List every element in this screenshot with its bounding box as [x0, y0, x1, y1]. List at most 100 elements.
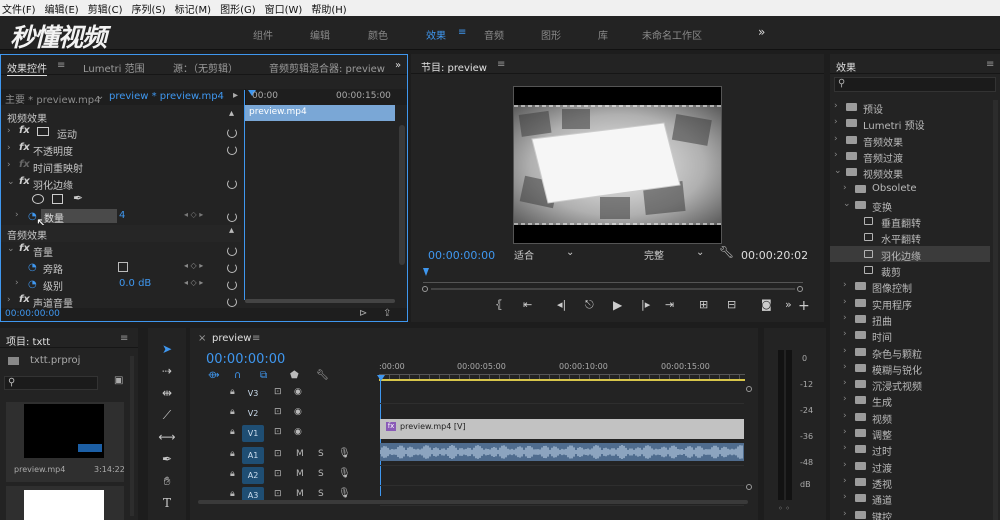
lock-icon[interactable]: 🔒︎: [230, 387, 235, 397]
razor-tool-icon[interactable]: ⟋: [158, 408, 176, 424]
expand-chevron-icon[interactable]: ›: [7, 160, 11, 170]
fit-dropdown[interactable]: 适合 ⌄: [514, 247, 576, 262]
effect-row-time-remap[interactable]: › fx 时间重映射: [1, 158, 241, 175]
fx-icon[interactable]: fx: [19, 142, 30, 153]
effect-row-level[interactable]: › ◔ 级别 0.0 dB ◂ ◇ ▸: [1, 276, 241, 293]
export-icon[interactable]: ⇪: [383, 308, 391, 319]
mute-button[interactable]: M: [296, 489, 304, 499]
project-clip-card-2[interactable]: [6, 486, 124, 520]
fx-icon[interactable]: fx: [19, 243, 30, 254]
fx-icon[interactable]: fx: [19, 125, 30, 136]
hand-tool-icon[interactable]: ✋︎: [158, 474, 176, 490]
panel-overflow-icon[interactable]: »: [395, 60, 401, 71]
program-video-frame[interactable]: [513, 86, 722, 244]
panel-menu-icon[interactable]: ≡: [57, 60, 65, 71]
eye-icon[interactable]: ◉: [294, 407, 302, 417]
expand-chevron-icon[interactable]: ›: [843, 313, 847, 323]
tab-audio-clip-mixer[interactable]: 音频剪辑混合器: preview: [269, 60, 385, 75]
effects-tree-item[interactable]: ⌄ 变换: [830, 197, 990, 214]
program-title[interactable]: 节目: preview: [421, 59, 487, 74]
reset-icon[interactable]: [227, 297, 237, 307]
expand-chevron-icon[interactable]: ›: [843, 297, 847, 307]
effects-tree-item[interactable]: 羽化边缘: [830, 245, 990, 263]
keyframe-nav-icon[interactable]: ◂ ◇ ▸: [184, 210, 203, 219]
effect-row-opacity[interactable]: › fx 不透明度: [1, 141, 241, 158]
workspace-overflow-icon[interactable]: »: [758, 25, 765, 39]
close-tab-icon[interactable]: ×: [198, 333, 206, 344]
expand-chevron-icon[interactable]: ›: [843, 427, 847, 437]
effects-tree-item[interactable]: › 杂色与颗粒: [830, 344, 990, 361]
project-clip-card[interactable]: preview.mp4 3:14:22: [6, 402, 125, 482]
lock-icon[interactable]: 🔒︎: [230, 407, 235, 417]
sync-lock-icon[interactable]: ⊡: [274, 387, 282, 397]
lock-icon[interactable]: 🔒︎: [230, 427, 235, 437]
effect-row-feather-edges[interactable]: ⌄ fx 羽化边缘: [1, 175, 241, 192]
go-to-in-icon[interactable]: ⇤: [523, 298, 532, 311]
new-bin-icon[interactable]: ▣: [114, 375, 123, 386]
keyframe-nav-icon[interactable]: ◂ ◇ ▸: [184, 261, 203, 270]
bypass-checkbox[interactable]: [118, 262, 128, 272]
effects-tree-item[interactable]: › 生成: [830, 392, 990, 409]
expand-chevron-icon[interactable]: ›: [843, 394, 847, 404]
master-clip-label[interactable]: 主要 * preview.mp4: [5, 91, 101, 106]
program-zoom-bar[interactable]: [431, 288, 795, 290]
solo-button[interactable]: S: [318, 449, 324, 459]
settings-wrench-icon[interactable]: 🔧︎: [316, 370, 329, 381]
workspace-audio[interactable]: 音频: [484, 27, 504, 42]
microphone-icon[interactable]: 🎙︎: [338, 448, 351, 459]
overflow-icon[interactable]: »: [785, 298, 792, 311]
track-target-button[interactable]: A1: [242, 447, 264, 464]
rectangle-mask-icon[interactable]: [52, 194, 63, 204]
collapse-up-icon[interactable]: ▴: [229, 225, 234, 236]
expand-chevron-icon[interactable]: ›: [7, 143, 11, 153]
expand-chevron-icon[interactable]: ›: [834, 134, 838, 144]
effect-controls-timecode[interactable]: 00:00:00:00: [5, 309, 60, 319]
add-button-icon[interactable]: +: [798, 298, 810, 314]
timeline-horizontal-scrollbar[interactable]: [198, 500, 748, 504]
mini-timeline-zoom-bar[interactable]: [245, 299, 395, 303]
sync-lock-icon[interactable]: ⊡: [274, 489, 282, 499]
track-target-button[interactable]: A2: [242, 467, 264, 484]
expand-chevron-icon[interactable]: ›: [843, 443, 847, 453]
effects-tree-item[interactable]: 水平翻转: [830, 229, 990, 246]
keyframe-nav-icon[interactable]: ◂ ◇ ▸: [184, 278, 203, 287]
mute-button[interactable]: M: [296, 449, 304, 459]
menu-help[interactable]: 帮助(H): [311, 1, 346, 16]
play-clip-icon[interactable]: ▸: [233, 90, 238, 101]
effect-row-bypass[interactable]: ◔ 旁路 ◂ ◇ ▸: [1, 259, 241, 276]
expand-chevron-icon[interactable]: ›: [843, 346, 847, 356]
quality-dropdown[interactable]: 完整 ⌄: [644, 247, 706, 262]
eye-icon[interactable]: ◉: [294, 427, 302, 437]
camera-icon[interactable]: ◙: [761, 298, 772, 311]
step-forward-icon[interactable]: |▸: [641, 298, 650, 311]
expand-chevron-icon[interactable]: ›: [834, 101, 838, 111]
scroll-handle-top[interactable]: [746, 386, 752, 392]
effects-tree-item[interactable]: › 键控: [830, 507, 990, 520]
microphone-icon[interactable]: 🎙︎: [338, 468, 351, 479]
project-search-input[interactable]: ⚲: [4, 376, 98, 390]
lock-icon[interactable]: 🔒︎: [230, 449, 235, 459]
go-to-out-icon[interactable]: ⇥: [665, 298, 674, 311]
effect-controls-scrollbar[interactable]: [399, 125, 405, 265]
work-area-bar[interactable]: [379, 379, 745, 381]
effects-tree-item[interactable]: ⌄ 视频效果: [830, 164, 990, 181]
expand-chevron-icon[interactable]: ›: [834, 150, 838, 160]
add-marker-icon[interactable]: ⬟: [290, 370, 299, 381]
panel-menu-icon[interactable]: ≡: [120, 333, 128, 344]
scroll-handle-right[interactable]: [797, 286, 803, 292]
workspace-menu-icon[interactable]: ≡: [458, 27, 466, 38]
stopwatch-icon[interactable]: ◔: [28, 279, 37, 290]
track-target-button[interactable]: V1: [242, 425, 264, 442]
expand-chevron-icon[interactable]: ›: [834, 117, 838, 127]
effects-tree-item[interactable]: › 时间: [830, 327, 990, 344]
solo-buttons-icon[interactable]: ◦ ◦: [778, 504, 790, 513]
expand-chevron-icon[interactable]: ›: [843, 492, 847, 502]
fx-icon[interactable]: fx: [19, 294, 30, 305]
extract-icon[interactable]: ⊟: [727, 298, 736, 311]
lock-icon[interactable]: 🔒︎: [230, 469, 235, 479]
eye-icon[interactable]: ◉: [294, 387, 302, 397]
menu-window[interactable]: 窗口(W): [265, 1, 303, 16]
expand-chevron-icon[interactable]: ›: [843, 460, 847, 470]
sync-lock-icon[interactable]: ⊡: [274, 427, 282, 437]
project-title[interactable]: 项目: txtt: [6, 333, 50, 348]
